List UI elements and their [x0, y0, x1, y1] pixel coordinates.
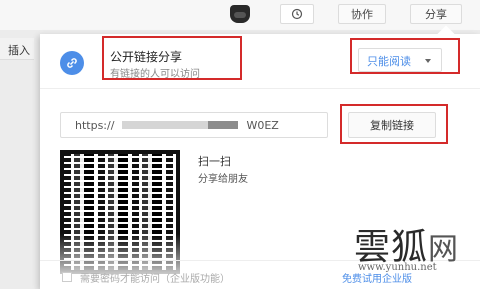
- share-url-redacted: [122, 121, 239, 129]
- insert-tab[interactable]: 插入: [0, 38, 34, 60]
- share-url-suffix: W0EZ: [246, 118, 279, 132]
- link-icon: [60, 51, 84, 75]
- divider: [40, 88, 480, 89]
- highlight-box: [340, 104, 448, 144]
- avatar[interactable]: [230, 5, 250, 23]
- history-button[interactable]: [280, 4, 314, 24]
- history-icon: [291, 8, 303, 20]
- watermark-url: www.yunhu.net: [358, 262, 437, 273]
- password-checkbox[interactable]: [62, 272, 72, 282]
- share-url-prefix: https://: [75, 118, 115, 132]
- collaborate-button[interactable]: 协作: [338, 4, 386, 24]
- scan-subtitle: 分享给朋友: [198, 174, 248, 185]
- scan-title: 扫一扫: [198, 155, 231, 168]
- share-button[interactable]: 分享: [410, 4, 462, 24]
- highlight-box: [102, 36, 242, 80]
- password-option-label: 需要密码才能访问（企业版功能）: [80, 274, 230, 285]
- top-toolbar: 协作 分享: [0, 0, 480, 30]
- share-url-field[interactable]: https:// W0EZ: [60, 112, 328, 138]
- highlight-box: [350, 38, 460, 74]
